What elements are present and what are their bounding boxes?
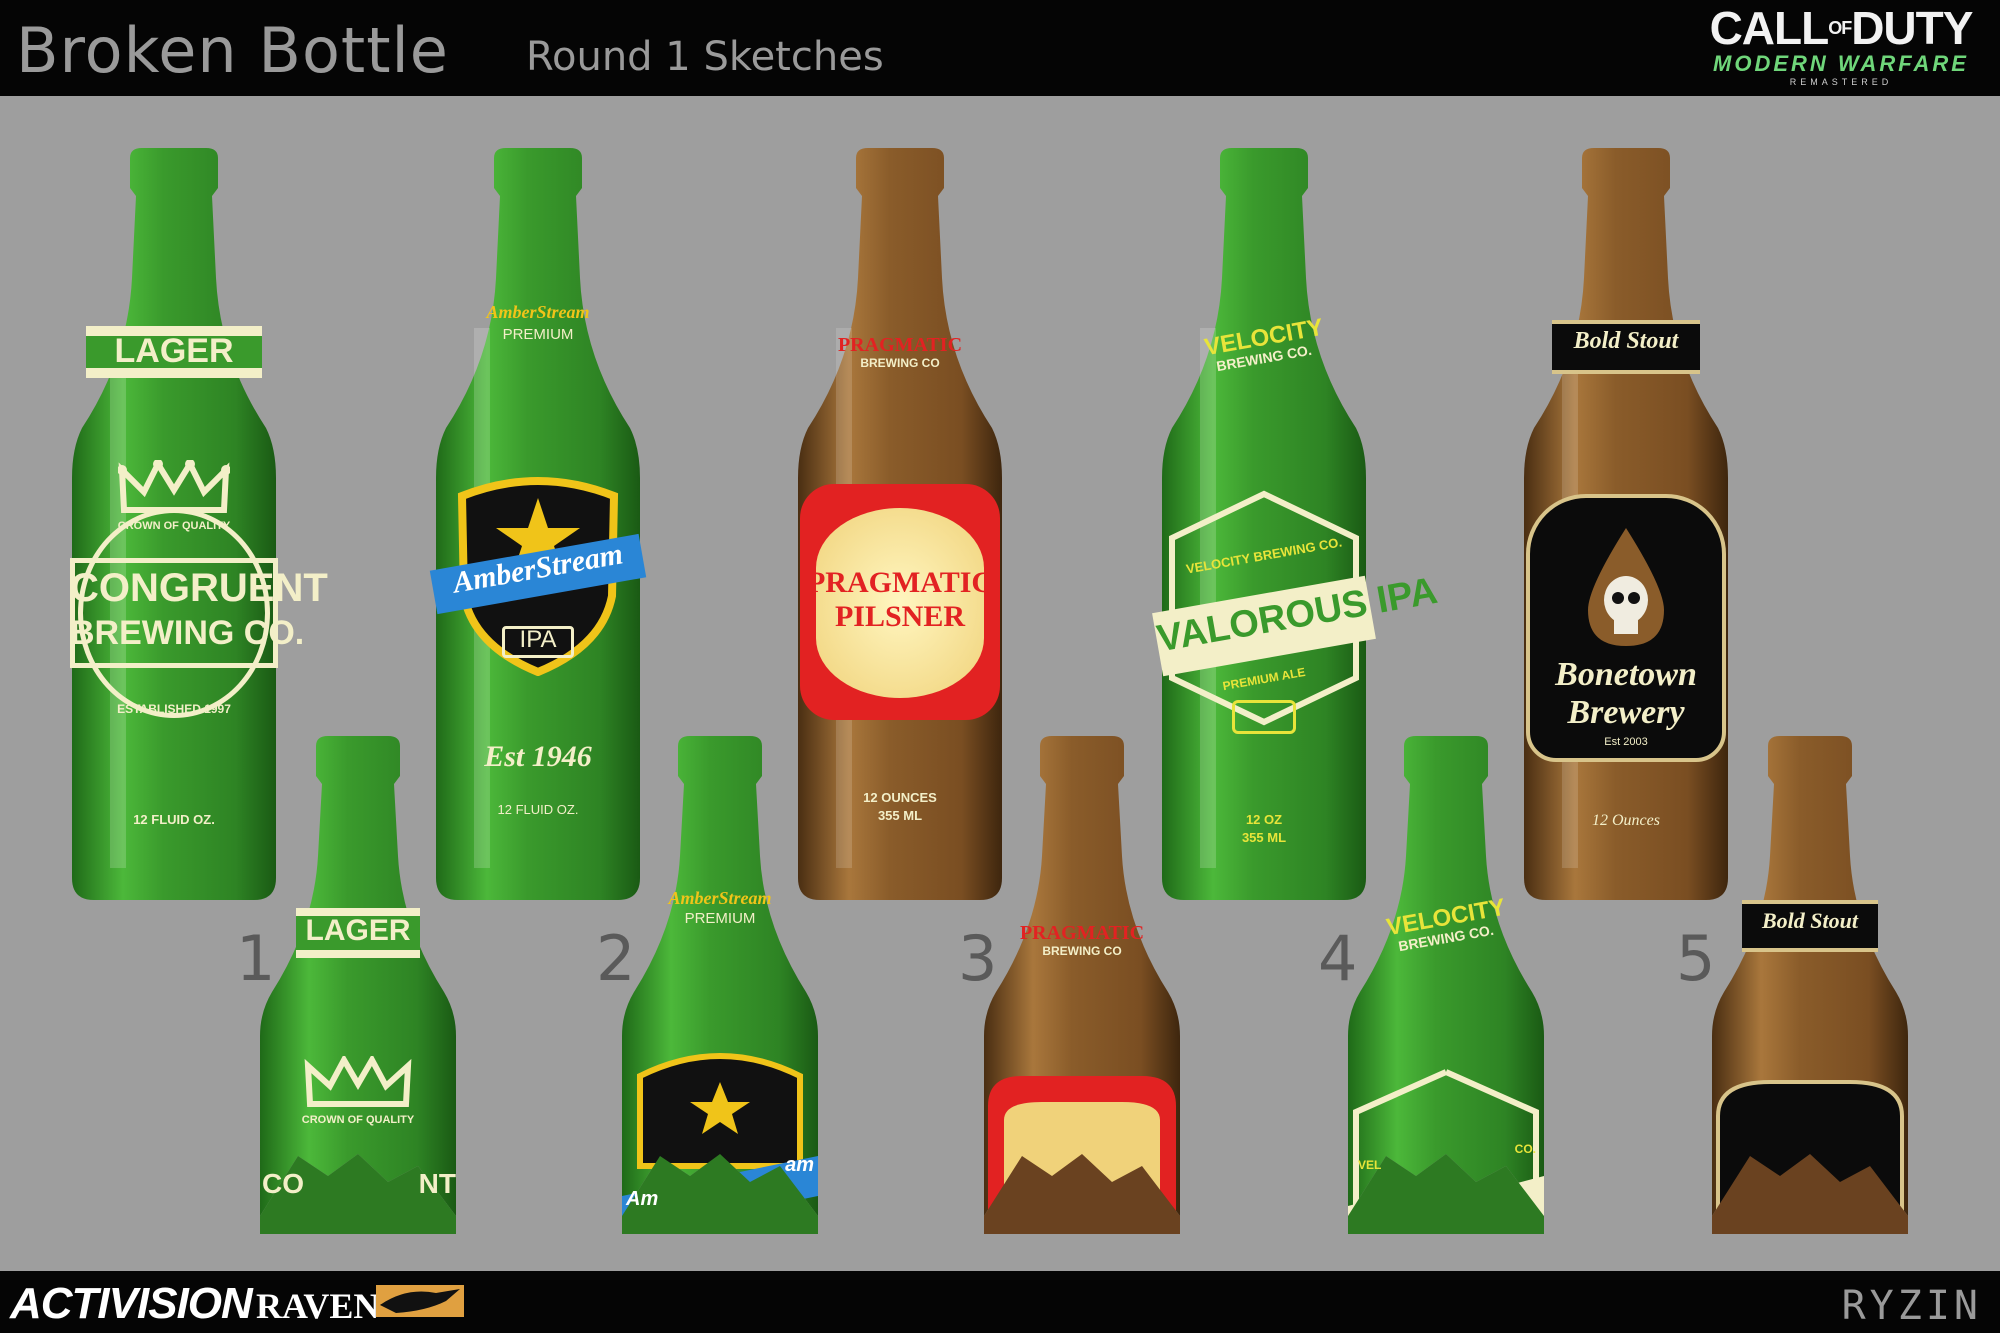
established-text: Est 1946 [484, 740, 592, 773]
fragment-left-text: CO [262, 1168, 304, 1199]
artist-signature: RYZIN [1841, 1283, 1982, 1329]
bottle-congruent-broken: LAGER CROWN OF QUALITY CO NT [258, 736, 458, 1234]
bottle-bonetown-full: Bold Stout Bonetown Brewery Est 2003 12 … [1522, 148, 1730, 900]
volume-line-2: 355 ML [1241, 830, 1287, 845]
volume-text: 12 FLUID OZ. [133, 812, 215, 827]
volume-line-2: 355 ML [877, 808, 923, 823]
neck-label-text: LAGER [305, 914, 411, 947]
cod-logo-remastered: REMASTERED [1789, 77, 1893, 87]
style-text: IPA [519, 626, 557, 653]
raven-bird-icon [376, 1285, 464, 1317]
footer-bar: ACTIVISION RAVEN RYZIN [0, 1271, 2000, 1333]
brand-line-2: Brewery [1567, 694, 1685, 731]
volume-text: 12 Ounces [1592, 812, 1660, 829]
skull-icon [1588, 528, 1664, 646]
neck-premium-text: PREMIUM [502, 326, 574, 343]
bottle-amberstream-full: AmberStream PREMIUM AmberStream IPA Est … [429, 148, 647, 900]
neck-label-text: Bold Stout [1573, 328, 1679, 354]
brand-line-1: CONGRUENT [70, 566, 328, 610]
bottle-velocity-broken: VELOCITY BREWING CO. VEL CO. [1346, 736, 1546, 1234]
volume-line-1: 12 OUNCES [863, 790, 937, 805]
neck-premium-text: PREMIUM [684, 910, 756, 927]
volume-line-1: 12 OZ [1245, 812, 1283, 827]
fragment-left-text: VEL [1358, 1158, 1382, 1172]
established-text: ESTABLISHED 1997 [117, 702, 231, 716]
main-line-1: PRAGMATIC [806, 566, 994, 599]
brand-line-2: BREWING CO. [70, 614, 305, 652]
page-subtitle: Round 1 Sketches [526, 34, 884, 80]
fragment-left-text: Am [626, 1188, 659, 1210]
brand-line-1: Bonetown [1555, 656, 1697, 693]
neck-sub-text: BREWING CO [860, 356, 940, 370]
neck-brand-text: PRAGMATIC [837, 334, 963, 356]
neck-label-text: LAGER [114, 332, 234, 370]
neck-brand-text: PRAGMATIC [1019, 922, 1145, 944]
barrel-icon [1232, 700, 1296, 734]
bottle-pragmatic-full: PRAGMATIC BREWING CO PRAGMATIC PILSNER 1… [796, 148, 1004, 900]
neck-brand-text: AmberStream [668, 888, 772, 908]
cod-logo-sub: MODERN WARFARE [1713, 51, 1969, 76]
neck-label-text: Bold Stout [1762, 908, 1858, 933]
established-text: Est 2003 [1604, 736, 1648, 748]
cod-logo-main: CALLOFDUTY [1709, 2, 1974, 54]
neck-sub-text: BREWING CO [1042, 944, 1122, 958]
bottle-velocity-full: VELOCITY BREWING CO. VELOCITY BREWING CO… [1152, 148, 1441, 900]
volume-text: 12 FLUID OZ. [497, 802, 579, 817]
fragment-right-text: am [785, 1154, 814, 1176]
bottle-congruent-full: LAGER CROWN OF QUALITY CONGRUENT BREWING… [70, 148, 328, 900]
broken-bottle-glass [984, 736, 1180, 1234]
bottle-amberstream-broken: AmberStream PREMIUM Am am [620, 736, 820, 1236]
header-bar: Broken Bottle Round 1 Sketches CALLOFDUT… [0, 0, 2000, 96]
crown-tag-text: CROWN OF QUALITY [301, 1114, 415, 1126]
broken-bottle-glass [1712, 736, 1908, 1234]
bottle-pragmatic-broken: PRAGMATIC BREWING CO [982, 736, 1182, 1234]
fragment-right-text: CO. [1514, 1142, 1536, 1156]
raven-logo: RAVEN [256, 1286, 380, 1326]
crown-icon [304, 1056, 412, 1107]
page-title: Broken Bottle [16, 14, 449, 87]
bottle-bonetown-broken: Bold Stout [1710, 736, 1910, 1234]
broken-bottle-glass [260, 736, 456, 1234]
call-of-duty-logo: CALLOFDUTY MODERN WARFARE REMASTERED [1696, 4, 1986, 92]
main-line-2: PILSNER [834, 600, 966, 633]
neck-brand-text: AmberStream [486, 302, 590, 322]
fragment-right-text: NT [418, 1168, 456, 1199]
activision-logo: ACTIVISION [10, 1279, 253, 1328]
